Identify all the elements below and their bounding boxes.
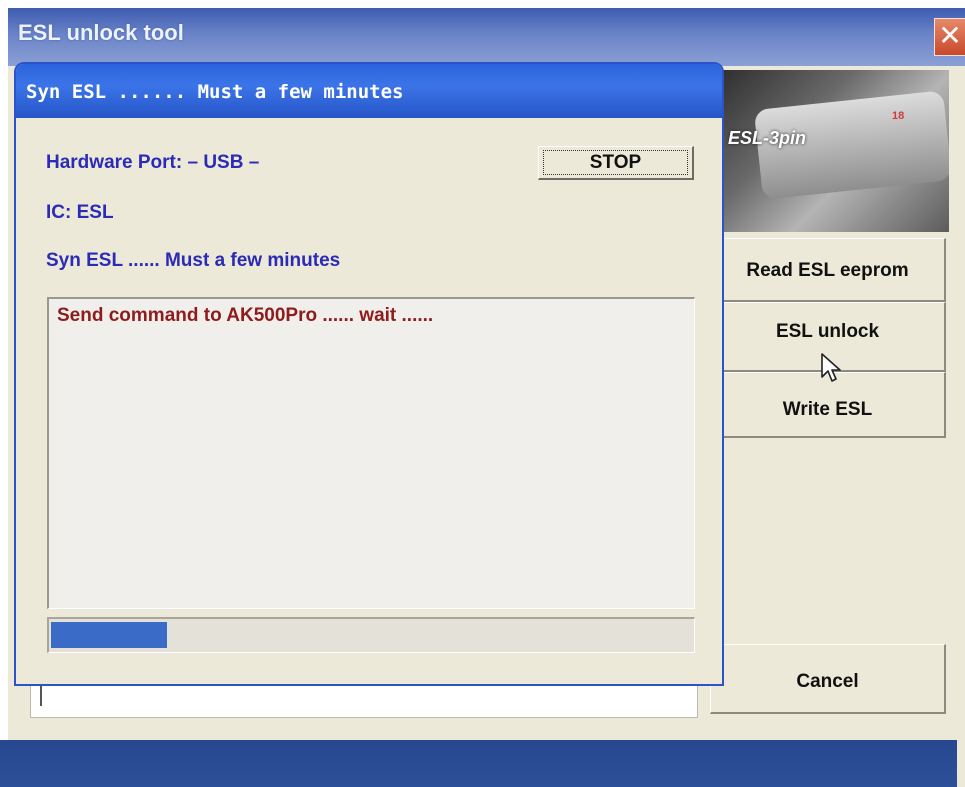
dialog-titlebar[interactable]: Syn ESL ...... Must a few minutes [16,64,722,118]
window-title: ESL unlock tool [18,20,184,45]
device-photo: ESL-3pin 18 [718,70,949,232]
close-icon[interactable]: ✕ [934,18,965,56]
dialog-title: Syn ESL ...... Must a few minutes [26,81,404,103]
progress-fill [51,622,168,648]
main-titlebar[interactable]: ESL unlock tool ✕ [8,8,965,66]
hardware-port-label: Hardware Port: – USB – [46,152,260,173]
taskbar [0,740,957,787]
stop-button[interactable]: STOP [538,146,694,180]
log-line: Send command to AK500Pro ...... wait ...… [57,305,434,326]
cancel-button[interactable]: Cancel [710,644,946,714]
progress-dialog: Syn ESL ...... Must a few minutes Hardwa… [14,62,724,686]
stop-button-label: STOP [543,150,688,175]
mouse-pointer-icon [821,353,841,382]
log-output[interactable]: Send command to AK500Pro ...... wait ...… [47,297,695,609]
progress-bar [47,617,695,653]
photo-caption: ESL-3pin [728,128,807,148]
read-esl-eeprom-button[interactable]: Read ESL eeprom [710,238,946,302]
photo-mark: 18 [892,110,905,122]
ic-label: IC: ESL [46,202,114,223]
background-field-mark [40,684,42,706]
status-label: Syn ESL ...... Must a few minutes [46,250,341,271]
